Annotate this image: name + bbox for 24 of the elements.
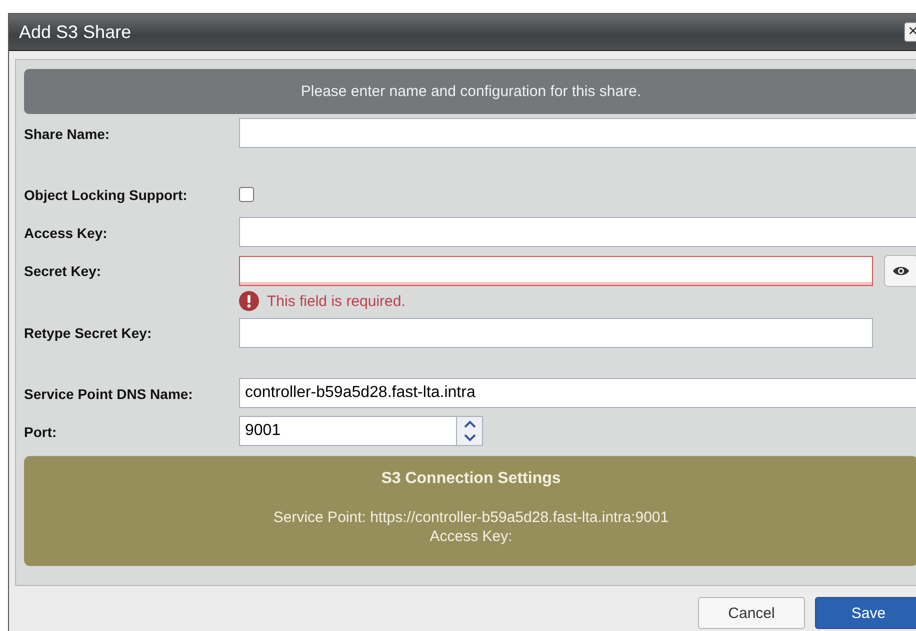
window-title: Add S3 Share — [19, 22, 132, 42]
info-banner: Please enter name and configuration for this share. — [24, 69, 916, 114]
password-field[interactable] — [239, 318, 873, 348]
input-field[interactable] — [239, 217, 916, 247]
field-label: Retype Secret Key: — [24, 324, 153, 341]
save-button[interactable]: Save — [815, 597, 916, 629]
input-field[interactable]: controller-b59a5d28.fast-lta.intra — [239, 378, 916, 408]
checkbox[interactable] — [239, 187, 254, 202]
summary-title: S3 Connection Settings — [380, 470, 562, 488]
error-icon — [239, 291, 259, 311]
field-label: Share Name: — [24, 125, 111, 142]
cancel-button[interactable]: Cancel — [698, 597, 805, 629]
field-label: Secret Key: — [24, 262, 102, 279]
field-label: Port: — [24, 423, 58, 440]
error-message: This field is required. — [267, 292, 406, 310]
summary-line: Access Key: — [428, 527, 514, 546]
show-password-button[interactable] — [884, 255, 916, 287]
input-field[interactable] — [239, 118, 916, 148]
summary-line: Service Point: https://controller-b59a5d28.fast-lta.intra:9001 — [272, 508, 670, 527]
field-label: Object Locking Support: — [24, 186, 188, 203]
field-label: Service Point DNS Name: — [24, 385, 194, 402]
eye-icon — [892, 265, 910, 277]
field-label: Access Key: — [24, 224, 108, 241]
password-field[interactable] — [239, 256, 873, 286]
